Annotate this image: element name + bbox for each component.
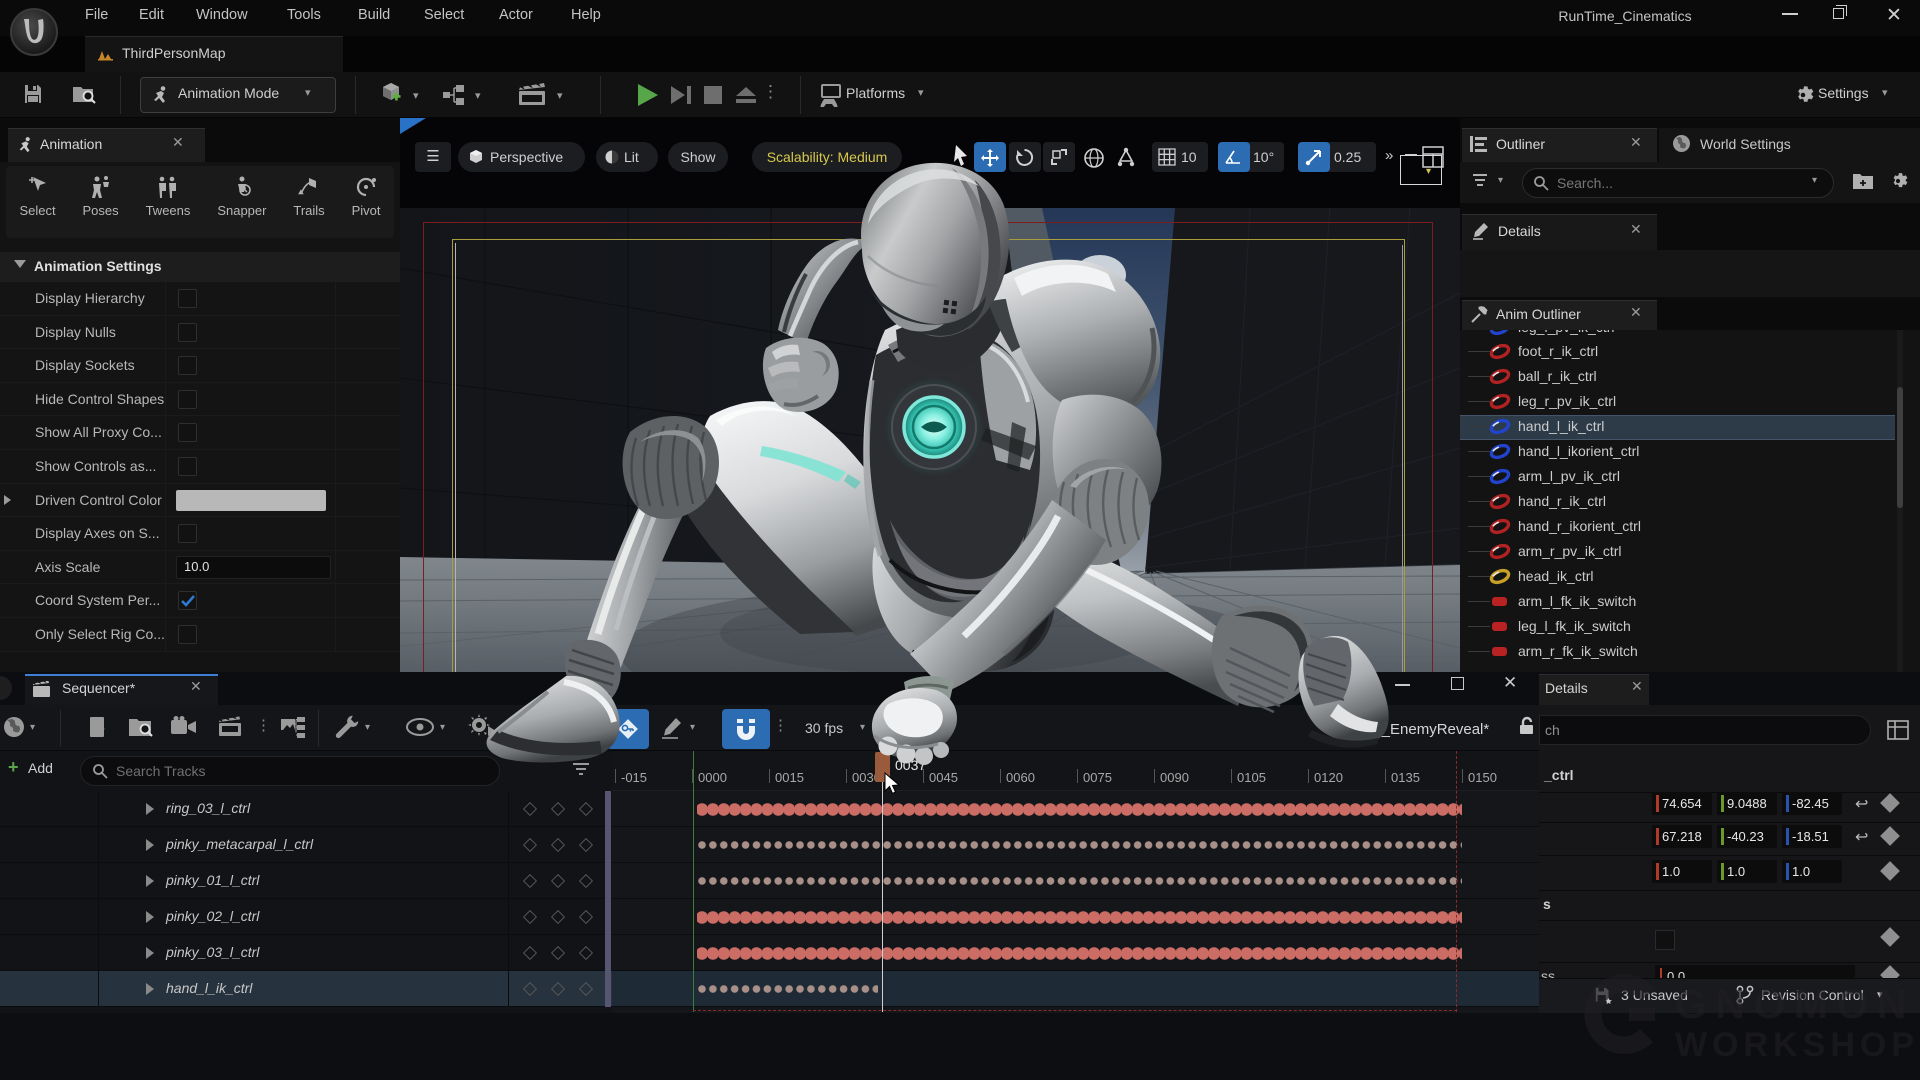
svg-text:GNOMON: GNOMON — [1675, 981, 1915, 1027]
svg-text:WORKSHOP: WORKSHOP — [1675, 1026, 1919, 1064]
